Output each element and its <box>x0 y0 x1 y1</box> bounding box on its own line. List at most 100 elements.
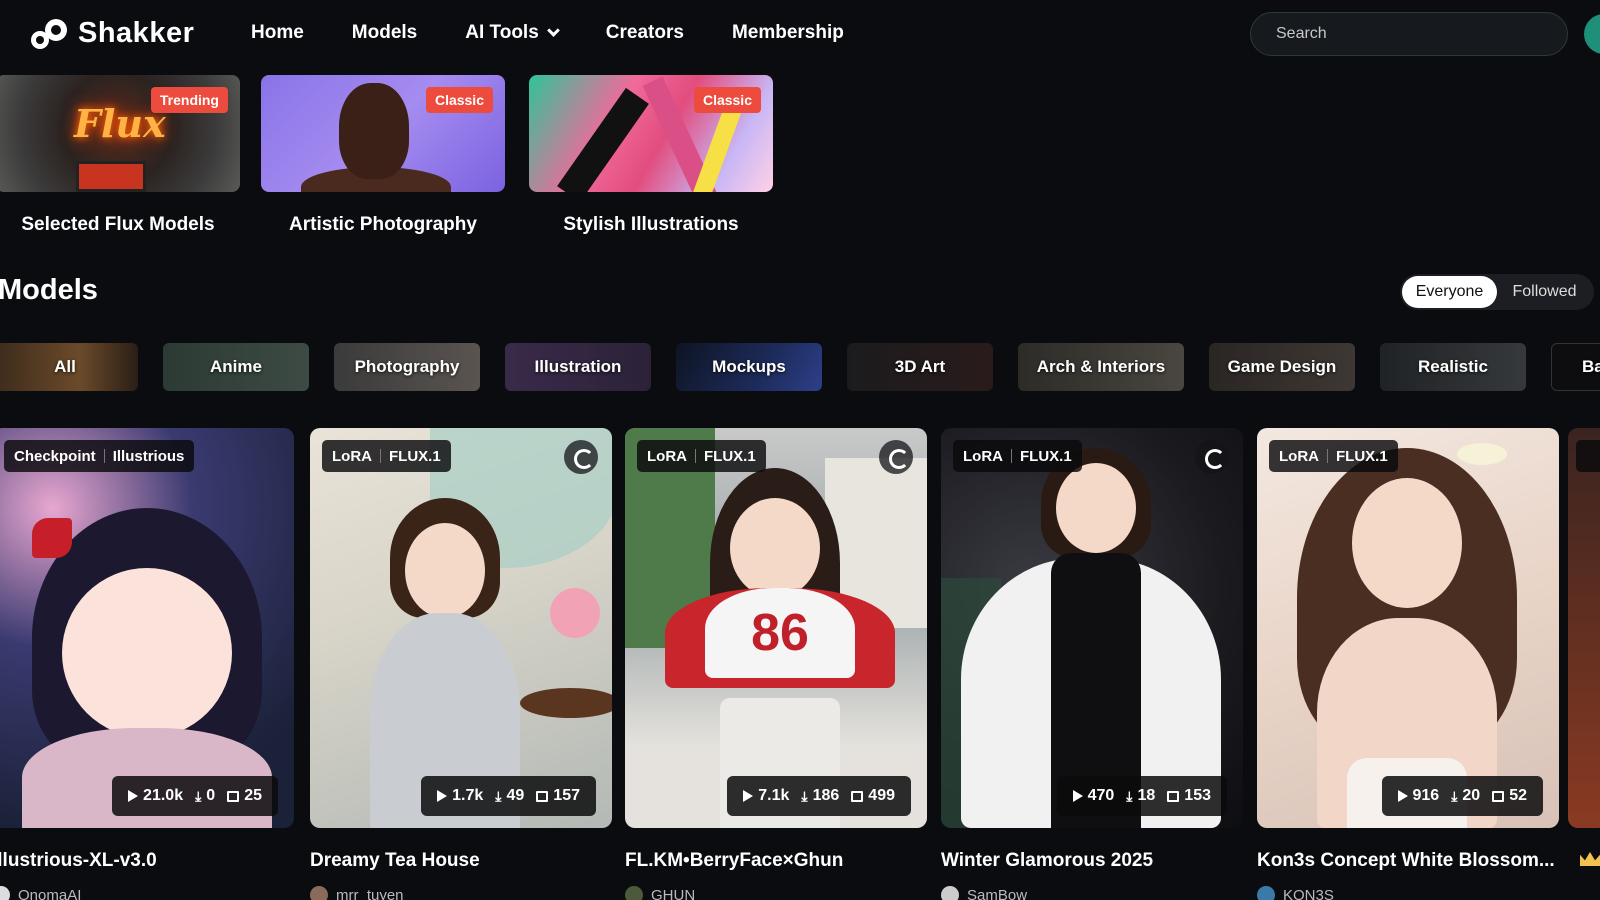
author-name: mrr_tuyen <box>336 886 404 900</box>
model-card[interactable]: LoRA FLUX.1 1.7k ⤓ 49 157 Dreamy Tea Hous… <box>310 428 612 900</box>
download-icon: ⤓ <box>1451 787 1458 804</box>
image-icon <box>851 790 864 802</box>
badge-divider <box>103 449 105 463</box>
runs-stat: 916 <box>1397 787 1439 805</box>
collection-card[interactable]: Classic Stylish Illustrations <box>529 75 773 236</box>
search-input[interactable] <box>1276 25 1546 43</box>
downloads-count: 18 <box>1137 787 1156 804</box>
model-title[interactable]: Winter Glamorous 2025 <box>941 850 1243 872</box>
nav-home[interactable]: Home <box>251 22 304 44</box>
header-action-button[interactable] <box>1584 14 1600 54</box>
nav-models[interactable]: Models <box>352 22 417 44</box>
shakker-logo-icon[interactable] <box>1195 440 1229 474</box>
model-base: Illustrious <box>112 447 185 465</box>
model-type-badge: Checkpoint Illustrious <box>4 440 195 472</box>
downloads-stat: ⤓ 186 <box>801 787 839 805</box>
model-type-badge: LoRA FLUX.1 <box>322 440 451 472</box>
model-type-badge: LoRA FLUX.1 <box>1269 440 1398 472</box>
model-type: LoRA <box>1279 447 1319 465</box>
download-icon: ⤓ <box>801 787 808 804</box>
runs-count: 470 <box>1087 787 1115 804</box>
runs-stat: 1.7k <box>437 787 483 805</box>
model-author[interactable]: mrr_tuyen <box>310 886 612 900</box>
model-type-badge <box>1576 440 1600 472</box>
downloads-count: 49 <box>506 787 525 804</box>
nav-membership[interactable]: Membership <box>732 22 844 44</box>
model-type: LoRA <box>647 447 687 465</box>
model-type-badge: LoRA FLUX.1 <box>953 440 1082 472</box>
model-author[interactable]: OnomaAI <box>0 886 294 900</box>
category-mockups[interactable]: Mockups <box>676 343 822 391</box>
model-base: FLUX.1 <box>389 447 441 465</box>
collection-tag: Trending <box>150 87 228 113</box>
thumbnail-decoration <box>76 161 146 192</box>
category-bas[interactable]: Bas <box>1551 343 1600 391</box>
model-title[interactable]: Illustrious-XL-v3.0 <box>0 850 294 872</box>
images-stat: 25 <box>227 787 262 805</box>
model-author[interactable]: KON3S <box>1257 886 1559 900</box>
images-count: 153 <box>1184 787 1211 804</box>
collection-card[interactable]: Flux Trending Selected Flux Models <box>0 75 240 236</box>
images-stat: 157 <box>536 787 580 805</box>
images-stat: 499 <box>851 787 895 805</box>
shakker-logo-icon[interactable] <box>879 440 913 474</box>
collection-thumbnail: Classic <box>529 75 773 192</box>
collection-card[interactable]: Classic Artistic Photography <box>261 75 505 236</box>
filter-followed[interactable]: Followed <box>1497 276 1592 308</box>
collection-title: Artistic Photography <box>289 214 477 235</box>
downloads-count: 20 <box>1462 787 1481 804</box>
collection-tag: Classic <box>693 87 761 113</box>
avatar <box>310 886 328 900</box>
runs-count: 7.1k <box>758 787 790 804</box>
model-base: FLUX.1 <box>704 447 756 465</box>
audience-toggle: Everyone Followed <box>1400 274 1594 310</box>
thumbnail-decoration <box>1056 463 1136 553</box>
category-photography[interactable]: Photography <box>334 343 480 391</box>
top-header: Shakker Home Models AI Tools Creators Me… <box>0 0 1600 70</box>
thumbnail-decoration <box>730 498 820 598</box>
author-name: GHUN <box>651 886 696 900</box>
images-count: 157 <box>553 787 580 804</box>
collection-thumbnail: Classic <box>261 75 505 192</box>
search-box[interactable] <box>1250 12 1568 56</box>
author-name: SamBow <box>967 886 1028 900</box>
category-3d-art[interactable]: 3D Art <box>847 343 993 391</box>
thumbnail-decoration <box>1457 443 1507 465</box>
crown-icon <box>1580 852 1600 866</box>
category-illustration[interactable]: Illustration <box>505 343 651 391</box>
model-card[interactable]: LoRA FLUX.1 470 ⤓ 18 153 Winter Glamorous… <box>941 428 1243 900</box>
category-arch-interiors[interactable]: Arch & Interiors <box>1018 343 1184 391</box>
download-icon: ⤓ <box>195 787 202 804</box>
model-type: Checkpoint <box>14 447 96 465</box>
page: Shakker Home Models AI Tools Creators Me… <box>0 0 1600 900</box>
nav-creators[interactable]: Creators <box>606 22 684 44</box>
filter-everyone[interactable]: Everyone <box>1402 276 1497 308</box>
category-anime[interactable]: Anime <box>163 343 309 391</box>
runs-count: 21.0k <box>143 787 184 804</box>
model-stats: 7.1k ⤓ 186 499 <box>727 776 911 816</box>
model-author[interactable]: GHUN <box>625 886 927 900</box>
category-all[interactable]: All <box>0 343 138 391</box>
play-icon <box>128 790 139 802</box>
shirt-number: 86 <box>705 588 855 678</box>
play-icon <box>743 790 754 802</box>
model-card[interactable]: LoRA FLUX.1 916 ⤓ 20 52 Kon3s Concept Whi… <box>1257 428 1559 900</box>
images-stat: 153 <box>1167 787 1211 805</box>
model-title[interactable]: FL.KM•BerryFace×Ghun <box>625 850 927 872</box>
badge-divider <box>380 449 381 463</box>
nav-ai-tools[interactable]: AI Tools <box>465 22 560 44</box>
category-game-design[interactable]: Game Design <box>1209 343 1355 391</box>
shakker-logo-icon[interactable] <box>564 440 598 474</box>
model-card[interactable]: Checkpoint Illustrious 21.0k ⤓ 0 25 Illus… <box>0 428 294 900</box>
model-title[interactable]: Dreamy Tea House <box>310 850 612 872</box>
badge-divider <box>1327 449 1328 463</box>
model-title[interactable]: Kon3s Concept White Blossom... <box>1257 850 1559 872</box>
model-author[interactable]: SamBow <box>941 886 1243 900</box>
model-card[interactable]: 86 LoRA FLUX.1 7.1k ⤓ 186 499 FL.KM•Berry… <box>625 428 927 900</box>
thumbnail-decoration <box>520 688 612 718</box>
downloads-stat: ⤓ 49 <box>495 787 524 805</box>
model-card-partial[interactable] <box>1568 428 1600 828</box>
play-icon <box>1072 790 1083 802</box>
brand-logo[interactable]: Shakker <box>28 16 194 50</box>
category-realistic[interactable]: Realistic <box>1380 343 1526 391</box>
